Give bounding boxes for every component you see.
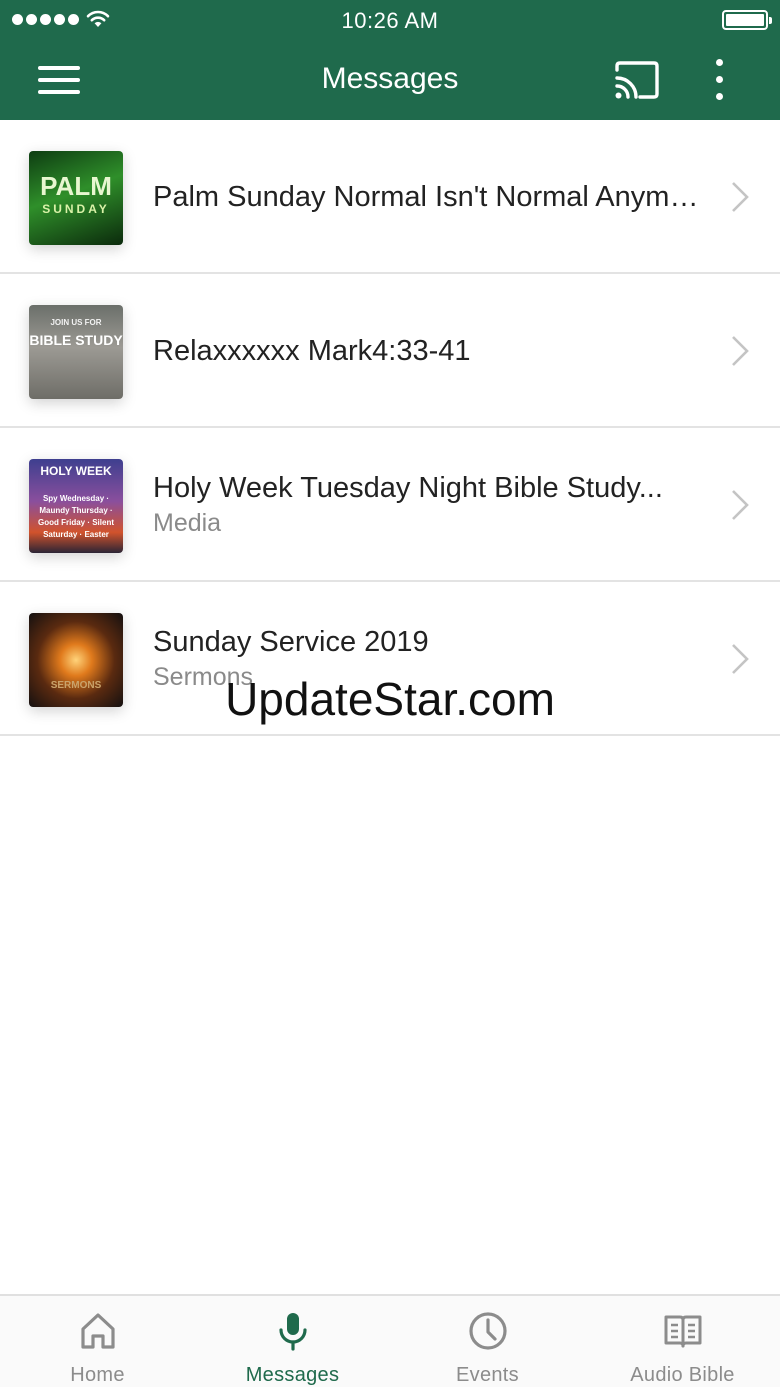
tab-bar: Home Messages Events Audio Bible [0, 1294, 780, 1387]
home-icon [80, 1313, 115, 1349]
cast-icon[interactable] [614, 60, 660, 100]
message-title: Holy Week Tuesday Night Bible Study... [153, 472, 663, 504]
tab-label: Events [456, 1364, 519, 1386]
thumbnail-subtitle: Spy Wednesday · Maundy Thursday · Good F… [37, 494, 114, 539]
more-options-button[interactable] [704, 58, 736, 102]
tab-label: Audio Bible [630, 1364, 735, 1386]
messages-list: PALM SUNDAY Palm Sunday Normal Isn't Nor… [0, 120, 780, 736]
message-thumbnail: HOLY WEEK Spy Wednesday · Maundy Thursda… [29, 459, 123, 553]
chevron-right-icon [732, 182, 749, 212]
microphone-icon [278, 1313, 307, 1351]
tab-label: Messages [245, 1364, 340, 1386]
tab-label: Home [70, 1364, 125, 1386]
status-bar: 10:26 AM [0, 0, 780, 40]
message-thumbnail: PALM SUNDAY [29, 151, 123, 245]
thumbnail-subtitle: JOIN US FOR [50, 318, 102, 327]
chevron-right-icon [732, 336, 749, 366]
tab-messages[interactable]: Messages [195, 1296, 390, 1387]
chevron-right-icon [732, 490, 749, 520]
message-title: Palm Sunday Normal Isn't Normal Anymore [153, 181, 700, 213]
message-thumbnail: JOIN US FOR BIBLE STUDY [29, 305, 123, 399]
page-title: Messages [321, 62, 459, 95]
thumbnail-title: PALM [40, 171, 112, 201]
tab-audio-bible[interactable]: Audio Bible [585, 1296, 780, 1387]
clock-icon [468, 1312, 507, 1350]
navigation-bar: Messages [0, 40, 780, 120]
message-category: Media [153, 509, 222, 537]
tab-events[interactable]: Events [390, 1296, 585, 1387]
thumbnail-subtitle: SUNDAY [42, 202, 110, 216]
app-header: 10:26 AM Messages [0, 0, 780, 120]
status-time: 10:26 AM [341, 8, 439, 33]
message-title: Relaxxxxxx Mark4:33-41 [153, 335, 471, 367]
list-item[interactable]: HOLY WEEK Spy Wednesday · Maundy Thursda… [0, 428, 780, 582]
list-item[interactable]: JOIN US FOR BIBLE STUDY Relaxxxxxx Mark4… [0, 274, 780, 428]
thumbnail-title: BIBLE STUDY [29, 332, 123, 348]
watermark: UpdateStar.com [225, 673, 555, 725]
thumbnail-title: HOLY WEEK [40, 464, 112, 478]
menu-button[interactable] [38, 64, 80, 96]
book-icon [664, 1315, 701, 1348]
tab-home[interactable]: Home [0, 1296, 195, 1387]
message-title: Sunday Service 2019 [153, 626, 429, 658]
list-item[interactable]: PALM SUNDAY Palm Sunday Normal Isn't Nor… [0, 120, 780, 274]
battery-icon [722, 10, 772, 30]
chevron-right-icon [732, 644, 749, 674]
